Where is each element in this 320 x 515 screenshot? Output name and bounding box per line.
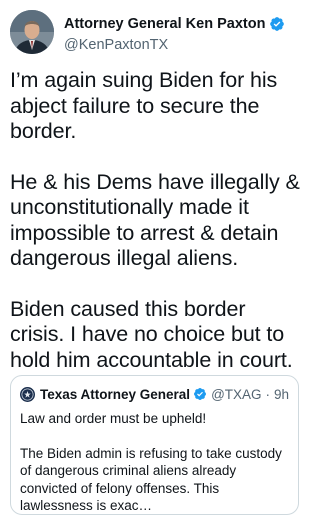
meta-separator: · <box>265 386 271 402</box>
tweet-paragraph: Biden caused this border crisis. I have … <box>10 296 293 372</box>
quoted-timestamp[interactable]: 9h <box>274 387 289 402</box>
verified-badge-icon <box>269 16 285 32</box>
verified-badge-icon <box>193 387 207 401</box>
state-seal-icon <box>20 386 35 402</box>
quoted-tweet-text: Law and order must be upheld! The Biden … <box>20 410 290 514</box>
tweet-text: I’m again suing Biden for his abject fai… <box>10 68 305 373</box>
author-handle[interactable]: @KenPaxtonTX <box>64 37 301 53</box>
quoted-paragraph: The Biden admin is refusing to take cust… <box>20 445 282 514</box>
tweet-paragraph: I’m again suing Biden for his abject fai… <box>10 68 278 143</box>
quoted-handle[interactable]: @TXAG <box>211 387 261 402</box>
quoted-tweet-header: Texas Attorney General @TXAG · 9h <box>20 386 290 402</box>
quoted-tweet-card[interactable]: Texas Attorney General @TXAG · 9h Law an… <box>10 375 299 515</box>
author-avatar[interactable] <box>10 10 54 54</box>
quoted-paragraph: Law and order must be upheld! <box>20 411 207 426</box>
profile-photo <box>10 10 54 54</box>
quoted-display-name[interactable]: Texas Attorney General <box>40 387 190 402</box>
author-display-name[interactable]: Attorney General Ken Paxton <box>64 16 265 32</box>
tweet-paragraph: He & his Dems have illegally & unconstit… <box>10 169 300 271</box>
tweet-header: Attorney General Ken Paxton @KenPaxtonTX <box>10 10 301 58</box>
